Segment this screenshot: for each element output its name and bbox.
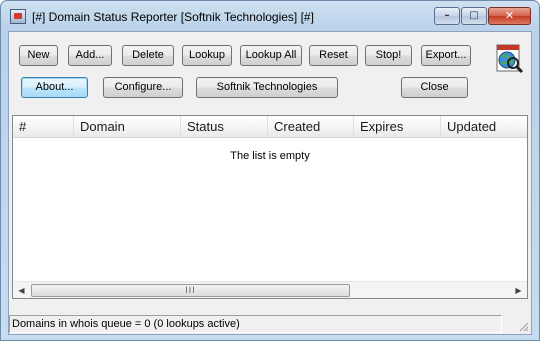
app-window: [#] Domain Status Reporter [Softnik Tech… bbox=[0, 0, 540, 341]
column-header-created[interactable]: Created bbox=[268, 116, 354, 138]
scroll-left-arrow-icon[interactable]: ◀ bbox=[13, 282, 30, 299]
lookup-all-button[interactable]: Lookup All bbox=[240, 45, 302, 66]
configure-button[interactable]: Configure... bbox=[103, 77, 183, 98]
reset-button[interactable]: Reset bbox=[309, 45, 358, 66]
company-button[interactable]: Softnik Technologies bbox=[196, 77, 338, 98]
lookup-button[interactable]: Lookup bbox=[182, 45, 232, 66]
column-header-status[interactable]: Status bbox=[181, 116, 268, 138]
maximize-button[interactable]: □ bbox=[461, 7, 487, 25]
list-header: # Domain Status Created Expires Updated bbox=[13, 116, 527, 138]
delete-button[interactable]: Delete bbox=[122, 45, 174, 66]
status-bar: Domains in whois queue = 0 (0 lookups ac… bbox=[9, 314, 531, 334]
scroll-thumb[interactable]: III bbox=[31, 284, 350, 297]
about-button[interactable]: About... bbox=[21, 77, 88, 98]
minimize-button[interactable]: – bbox=[434, 7, 460, 25]
column-header-number[interactable]: # bbox=[13, 116, 74, 138]
domain-list[interactable]: # Domain Status Created Expires Updated … bbox=[12, 115, 528, 299]
scroll-right-arrow-icon[interactable]: ▶ bbox=[510, 282, 527, 299]
resize-grip-icon[interactable] bbox=[517, 320, 529, 332]
minimize-icon: – bbox=[444, 10, 450, 21]
empty-list-message: The list is empty bbox=[230, 150, 310, 162]
client-area: New Add... Delete Lookup Lookup All Rese… bbox=[8, 31, 532, 335]
column-header-domain[interactable]: Domain bbox=[74, 116, 181, 138]
close-icon: ✕ bbox=[504, 9, 515, 22]
title-bar[interactable]: [#] Domain Status Reporter [Softnik Tech… bbox=[1, 1, 539, 31]
app-icon[interactable] bbox=[10, 9, 26, 24]
add-button[interactable]: Add... bbox=[68, 45, 112, 66]
globe-magnifier-icon bbox=[496, 44, 524, 74]
maximize-icon: □ bbox=[469, 10, 479, 21]
close-button[interactable]: Close bbox=[401, 77, 468, 98]
export-button[interactable]: Export... bbox=[421, 45, 471, 66]
window-title: [#] Domain Status Reporter [Softnik Tech… bbox=[32, 10, 314, 24]
horizontal-scrollbar[interactable]: ◀ III ▶ bbox=[13, 281, 527, 298]
new-button[interactable]: New bbox=[19, 45, 58, 66]
column-header-updated[interactable]: Updated bbox=[441, 116, 527, 138]
close-window-button[interactable]: ✕ bbox=[488, 7, 531, 25]
status-text: Domains in whois queue = 0 (0 lookups ac… bbox=[9, 315, 502, 333]
scroll-grip: III bbox=[185, 285, 196, 295]
column-header-expires[interactable]: Expires bbox=[354, 116, 441, 138]
caption-buttons: – □ ✕ bbox=[434, 7, 531, 25]
stop-button[interactable]: Stop! bbox=[365, 45, 412, 66]
